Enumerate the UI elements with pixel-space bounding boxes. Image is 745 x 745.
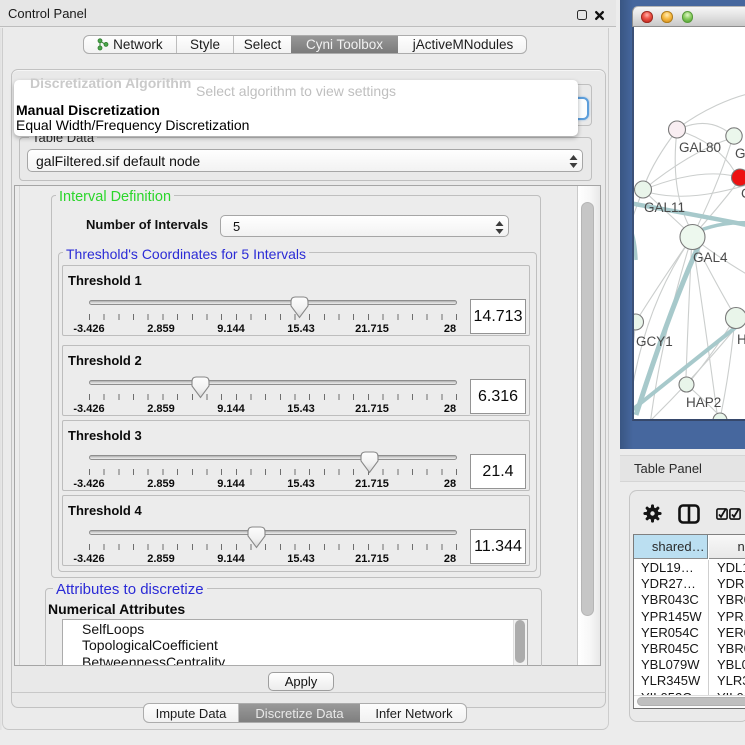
svg-text:HAP2: HAP2 <box>686 395 721 410</box>
svg-text:CY: CY <box>741 186 745 201</box>
svg-text:GA: GA <box>735 146 745 161</box>
svg-text:GCY1: GCY1 <box>636 334 673 349</box>
svg-text:HI: HI <box>737 332 745 347</box>
svg-text:GAL80: GAL80 <box>679 140 721 155</box>
svg-text:GAL4: GAL4 <box>693 250 728 265</box>
svg-text:GAL11: GAL11 <box>644 200 685 215</box>
